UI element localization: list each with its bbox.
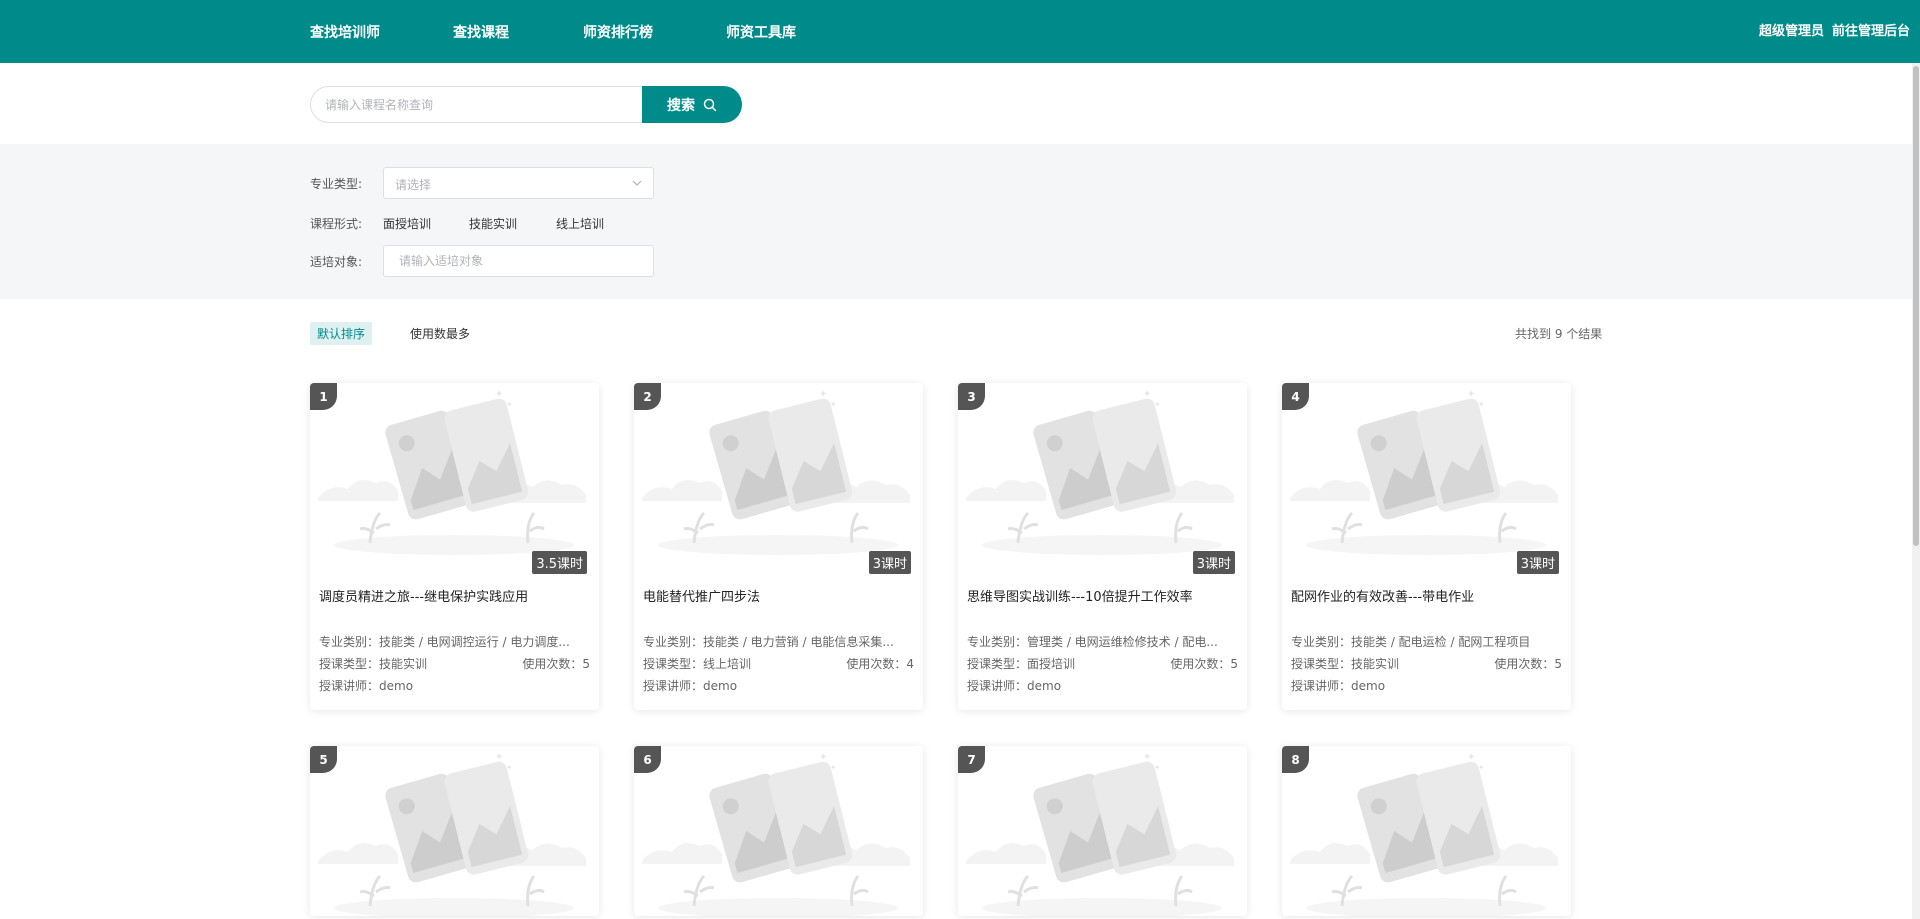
course-image: ✦ ✦	[1282, 383, 1571, 576]
svg-text:✦: ✦	[819, 752, 827, 763]
sort-default[interactable]: 默认排序	[310, 322, 373, 345]
form-option-face[interactable]: 面授培训	[383, 215, 431, 232]
course-image: ✦ ✦	[310, 746, 599, 916]
card-title[interactable]: 思维导图实战训练---10倍提升工作效率	[967, 586, 1239, 605]
card-teacher: 授课讲师：demo	[967, 679, 1062, 693]
course-image: ✦ ✦	[958, 383, 1247, 576]
svg-text:✦: ✦	[819, 389, 827, 400]
svg-text:✦: ✦	[1467, 389, 1475, 400]
major-type-placeholder: 请选择	[395, 178, 432, 192]
card-usage: 使用次数：4	[846, 657, 914, 671]
course-card-5[interactable]: 5 ✦ ✦	[310, 746, 599, 916]
svg-text:✦: ✦	[506, 763, 513, 772]
card-teacher: 授课讲师：demo	[643, 679, 738, 693]
card-title[interactable]: 配网作业的有效改善---带电作业	[1291, 586, 1563, 605]
course-card-3[interactable]: 3 ✦ ✦ 3课时 思维导图实战训练---10倍提升工作效率 专业类别：管理类 …	[958, 383, 1247, 710]
course-card-1[interactable]: 1 ✦ ✦ 3.5课时 调度员精进之旅---继电保护实践应用 专业类别：技能类 …	[310, 383, 599, 710]
svg-text:✦: ✦	[1143, 752, 1151, 763]
svg-text:✦: ✦	[1154, 763, 1161, 772]
search-button[interactable]: 搜索	[642, 86, 742, 123]
svg-text:✦: ✦	[1143, 389, 1151, 400]
card-title[interactable]: 电能替代推广四步法	[643, 586, 915, 605]
scrollbar-thumb[interactable]	[1913, 66, 1919, 546]
svg-text:✦: ✦	[1478, 763, 1485, 772]
course-image: ✦ ✦	[1282, 746, 1571, 916]
top-nav-bar: 查找培训师 查找课程 师资排行榜 师资工具库 超级管理员 前往管理后台	[0, 0, 1920, 63]
card-usage: 使用次数：5	[1170, 657, 1238, 671]
svg-text:✦: ✦	[495, 389, 503, 400]
card-type: 授课类型：技能实训	[1291, 657, 1400, 671]
course-image: ✦ ✦	[634, 383, 923, 576]
sort-usage[interactable]: 使用数最多	[410, 325, 470, 342]
course-image: ✦ ✦	[634, 746, 923, 916]
form-option-online[interactable]: 线上培训	[556, 215, 604, 232]
target-label: 适培对象:	[310, 255, 363, 269]
card-usage: 使用次数：5	[1494, 657, 1562, 671]
card-title[interactable]: 调度员精进之旅---继电保护实践应用	[319, 586, 591, 605]
course-card-7[interactable]: 7 ✦ ✦	[958, 746, 1247, 916]
course-card-6[interactable]: 6 ✦ ✦	[634, 746, 923, 916]
svg-text:✦: ✦	[830, 400, 837, 409]
card-hours-badge: 3课时	[1516, 551, 1559, 574]
course-card-4[interactable]: 4 ✦ ✦ 3课时 配网作业的有效改善---带电作业 专业类别：技能类 / 配电…	[1282, 383, 1571, 710]
search-icon	[703, 98, 717, 111]
major-type-label: 专业类型:	[310, 177, 363, 191]
svg-text:✦: ✦	[495, 752, 503, 763]
card-teacher: 授课讲师：demo	[1291, 679, 1386, 693]
card-category: 专业类别：管理类 / 电网运维检修技术 / 配电...	[967, 635, 1218, 649]
card-usage: 使用次数：5	[522, 657, 590, 671]
card-type: 授课类型：线上培训	[643, 657, 752, 671]
svg-text:✦: ✦	[506, 400, 513, 409]
chevron-down-icon	[632, 180, 642, 186]
nav-toolbox[interactable]: 师资工具库	[726, 22, 796, 42]
nav-ranking[interactable]: 师资排行榜	[583, 22, 653, 42]
search-input[interactable]	[310, 86, 643, 123]
search-button-label: 搜索	[667, 97, 695, 114]
card-type: 授课类型：面授培训	[967, 657, 1076, 671]
course-card-2[interactable]: 2 ✦ ✦ 3课时 电能替代推广四步法 专业类别：技能类 / 电力营销 / 电能…	[634, 383, 923, 710]
nav-find-course[interactable]: 查找课程	[453, 22, 509, 42]
user-area: 超级管理员 前往管理后台	[1751, 20, 1910, 39]
svg-text:✦: ✦	[830, 763, 837, 772]
filter-panel	[0, 144, 1912, 299]
user-name[interactable]: 超级管理员	[1759, 24, 1824, 39]
svg-text:✦: ✦	[1154, 400, 1161, 409]
course-card-8[interactable]: 8 ✦ ✦	[1282, 746, 1571, 916]
card-category: 专业类别：技能类 / 电力营销 / 电能信息采集...	[643, 635, 894, 649]
major-type-select[interactable]: 请选择	[383, 167, 654, 199]
card-type: 授课类型：技能实训	[319, 657, 428, 671]
card-hours-badge: 3课时	[1192, 551, 1235, 574]
result-count: 共找到 9 个结果	[1515, 327, 1603, 341]
target-input[interactable]	[383, 245, 654, 277]
course-image: ✦ ✦	[958, 746, 1247, 916]
card-category: 专业类别：技能类 / 配电运检 / 配网工程项目	[1291, 635, 1531, 649]
svg-text:✦: ✦	[1478, 400, 1485, 409]
card-teacher: 授课讲师：demo	[319, 679, 414, 693]
form-option-skill[interactable]: 技能实训	[469, 215, 517, 232]
course-form-label: 课程形式:	[310, 217, 363, 231]
card-hours-badge: 3.5课时	[532, 551, 587, 574]
course-image: ✦ ✦	[310, 383, 599, 576]
admin-link[interactable]: 前往管理后台	[1832, 24, 1910, 39]
nav-find-trainer[interactable]: 查找培训师	[310, 22, 380, 42]
card-hours-badge: 3课时	[868, 551, 911, 574]
card-category: 专业类别：技能类 / 电网调控运行 / 电力调度...	[319, 635, 570, 649]
svg-text:✦: ✦	[1467, 752, 1475, 763]
